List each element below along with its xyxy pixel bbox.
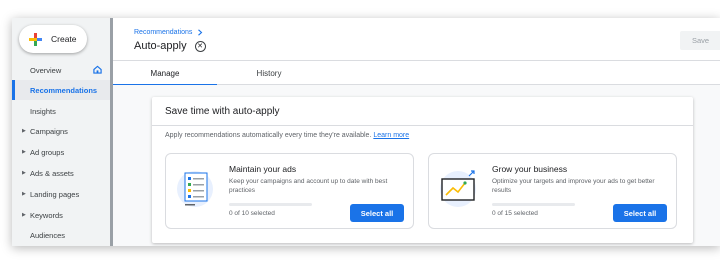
tab-bar: Manage History xyxy=(113,60,720,86)
caret-right-icon: ▶ xyxy=(22,149,26,155)
sidebar-item-audiences[interactable]: Audiences xyxy=(12,225,110,245)
sidebar-item-insights[interactable]: Insights xyxy=(12,101,110,121)
create-label: Create xyxy=(51,34,77,44)
option-description: Optimize your targets and improve your a… xyxy=(492,178,655,194)
tab-label: History xyxy=(256,68,282,78)
option-card-grow-business: Grow your business Optimize your targets… xyxy=(428,153,677,229)
sidebar-item-label: Ad groups xyxy=(30,147,65,157)
card-title: Save time with auto-apply xyxy=(165,106,280,117)
sidebar-item-ads-assets[interactable]: ▶ Ads & assets xyxy=(12,163,110,183)
close-icon[interactable]: ✕ xyxy=(194,40,206,52)
page-title: Auto-apply xyxy=(134,40,187,52)
tab-label: Manage xyxy=(150,68,180,78)
chevron-right-icon xyxy=(198,29,203,36)
sidebar-item-recommendations[interactable]: Recommendations xyxy=(12,80,110,100)
sidebar-item-ad-groups[interactable]: ▶ Ad groups xyxy=(12,142,110,162)
checklist-illustration-icon xyxy=(177,171,213,207)
create-button[interactable]: Create xyxy=(19,25,87,53)
breadcrumb[interactable]: Recommendations xyxy=(134,29,203,36)
caret-right-icon: ▶ xyxy=(22,212,26,218)
sidebar-item-landing-pages[interactable]: ▶ Landing pages xyxy=(12,184,110,204)
tab-manage[interactable]: Manage xyxy=(113,61,217,86)
sidebar-item-label: Recommendations xyxy=(30,85,98,95)
sidebar-item-label: Insights xyxy=(30,106,56,116)
sidebar-item-keywords[interactable]: ▶ Keywords xyxy=(12,205,110,225)
sidebar: Create Overview Recommendations Insights… xyxy=(12,18,110,246)
sidebar-item-label: Landing pages xyxy=(30,189,80,199)
sidebar-item-label: Keywords xyxy=(30,210,63,220)
tab-history[interactable]: History xyxy=(217,61,321,85)
app-window: Create Overview Recommendations Insights… xyxy=(12,18,720,246)
growth-chart-illustration-icon xyxy=(440,170,476,207)
sidebar-item-label: Campaigns xyxy=(30,126,68,136)
learn-more-link[interactable]: Learn more xyxy=(373,132,409,139)
select-all-button[interactable]: Select all xyxy=(613,204,667,222)
selected-count: 0 of 10 selected xyxy=(229,210,275,217)
sidebar-item-campaigns[interactable]: ▶ Campaigns xyxy=(12,121,110,141)
caret-right-icon: ▶ xyxy=(22,170,26,176)
plus-icon xyxy=(29,32,42,46)
home-icon xyxy=(93,65,102,74)
save-button[interactable]: Save xyxy=(680,31,720,50)
caret-right-icon: ▶ xyxy=(22,128,26,134)
sidebar-item-label: Overview xyxy=(30,65,62,75)
option-title: Grow your business xyxy=(492,164,568,174)
option-title: Maintain your ads xyxy=(229,164,297,174)
select-all-button[interactable]: Select all xyxy=(350,204,404,222)
divider xyxy=(152,125,693,126)
selection-progress-bar xyxy=(229,203,312,206)
option-card-maintain-ads: Maintain your ads Keep your campaigns an… xyxy=(165,153,414,229)
sidebar-item-label: Ads & assets xyxy=(30,168,74,178)
option-description: Keep your campaigns and account up to da… xyxy=(229,178,388,194)
breadcrumb-link[interactable]: Recommendations xyxy=(134,29,192,36)
sidebar-item-label: Audiences xyxy=(30,230,66,240)
selection-progress-bar xyxy=(492,203,575,206)
selected-count: 0 of 15 selected xyxy=(492,210,538,217)
card-description: Apply recommendations automatically ever… xyxy=(165,132,409,139)
sidebar-item-overview[interactable]: Overview xyxy=(12,60,110,80)
caret-right-icon: ▶ xyxy=(22,191,26,197)
page-title-row: Auto-apply ✕ xyxy=(134,40,206,52)
auto-apply-card: Save time with auto-apply Apply recommen… xyxy=(152,97,693,243)
description-text: Apply recommendations automatically ever… xyxy=(165,132,372,139)
